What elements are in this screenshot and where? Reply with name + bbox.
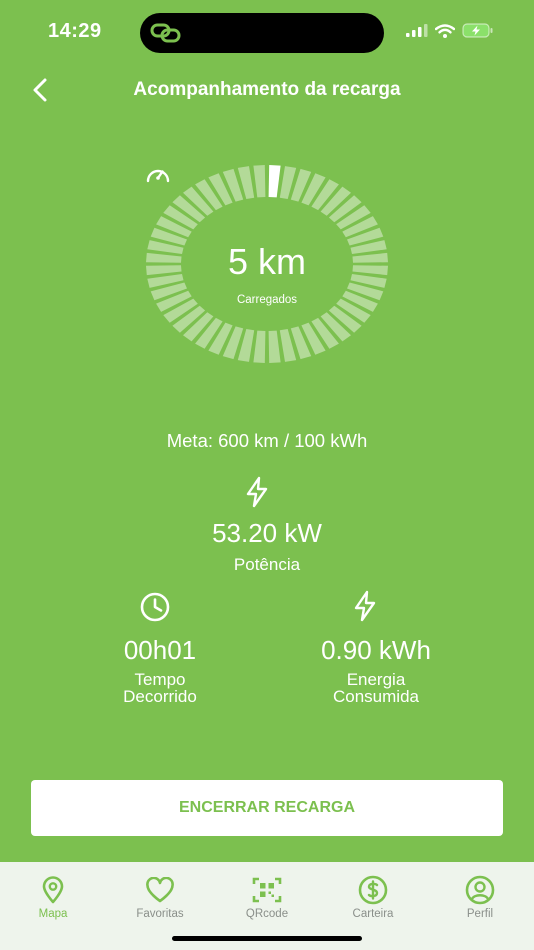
status-icons [406,23,494,38]
user-icon [465,875,495,905]
qrcode-icon [252,876,282,904]
charge-gauge: 5 km Carregados [145,163,389,365]
gauge-value: 5 km [227,241,306,282]
lightning-icon [246,476,268,508]
elapsed-time-value: 00h01 [123,635,197,665]
dollar-icon [358,875,388,905]
battery-charging-icon [462,23,493,38]
dynamic-island [140,13,384,53]
tab-qrcode[interactable]: QRcode [222,876,312,920]
gauge-segment-filled [268,165,281,198]
lightning-icon [354,590,376,622]
header: Acompanhamento da recarga [0,66,534,116]
charge-goal: Meta: 600 km / 100 kWh [166,430,368,451]
map-pin-icon [38,876,68,904]
status-time: 14:29 [48,20,102,42]
gauge-label: Carregados [236,294,298,306]
power-label: Potência [233,555,301,574]
end-charge-button[interactable]: ENCERRAR RECARGA [31,780,503,836]
wifi-icon [435,23,455,38]
home-indicator [172,936,362,941]
energy-value: 0.90 kWh [321,635,431,665]
energy-label: Energia Consumida [333,670,419,706]
tab-carteira[interactable]: Carteira [328,875,418,920]
speedometer-icon [146,169,170,183]
heart-icon [145,876,175,904]
page-title: Acompanhamento da recarga [133,79,401,100]
app-logo-icon [150,23,181,43]
tab-favoritas[interactable]: Favoritas [115,876,205,920]
status-bar: 14:29 [0,0,534,66]
gauge-segment [253,330,266,363]
tab-perfil[interactable]: Perfil [435,875,525,920]
clock-icon [140,592,170,622]
gauge-segment [253,165,266,198]
tab-mapa[interactable]: Mapa [8,876,98,920]
gauge-segment [268,330,281,363]
power-value: 53.20 kW [212,518,322,548]
signal-icon [406,24,428,37]
elapsed-time-label: Tempo Decorrido [123,670,197,706]
